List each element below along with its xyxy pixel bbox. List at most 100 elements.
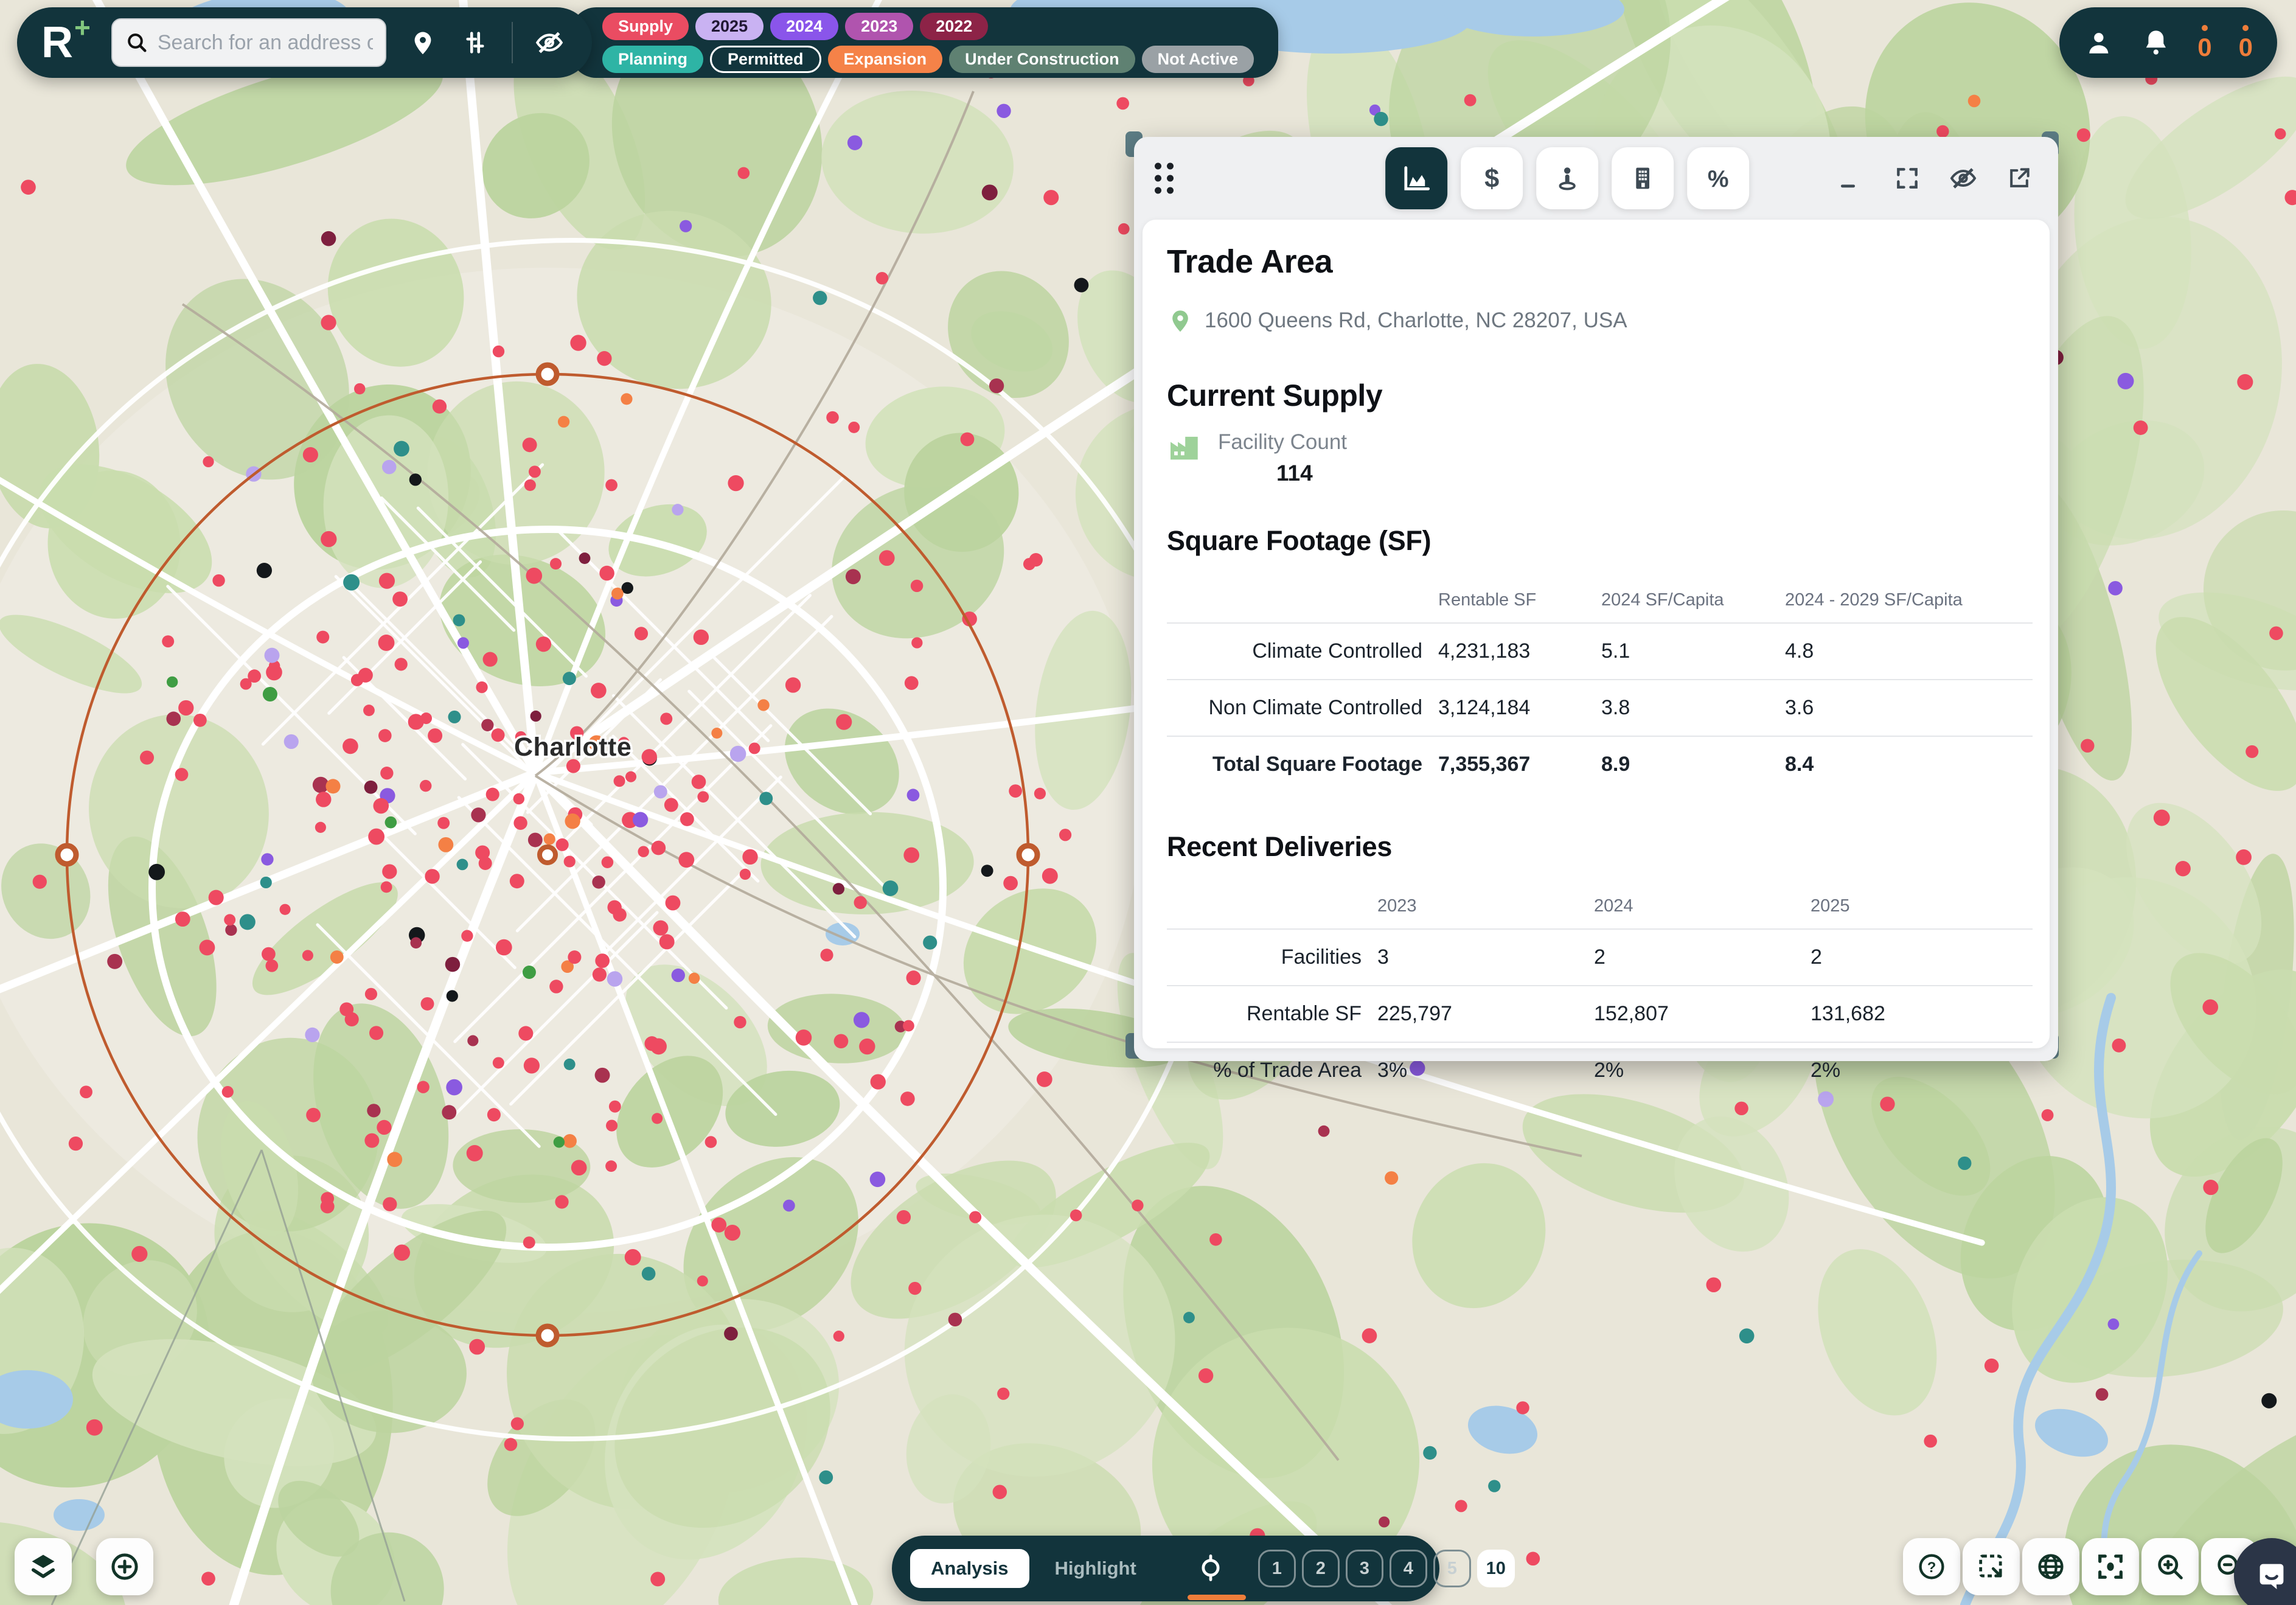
counter-value: 0 [2197, 35, 2211, 60]
row-value: 4.8 [1785, 639, 2033, 663]
notifications-bell-icon[interactable] [2141, 27, 2171, 58]
radius-tool-button[interactable] [1195, 1553, 1226, 1584]
map-pin-button[interactable] [407, 27, 439, 58]
svg-text:%: % [1707, 166, 1728, 192]
logo-plus: + [74, 13, 91, 41]
row-value: 3.8 [1601, 696, 1785, 720]
table-header-row: 202320242025 [1167, 883, 2033, 928]
radius-button-1[interactable]: 1 [1258, 1550, 1296, 1587]
radius-circle-icon [1195, 1553, 1226, 1584]
chip-not-active[interactable]: Not Active [1142, 46, 1254, 73]
chip-row-supply-years: Supply20252024 2023 2022 [602, 13, 1254, 40]
minimize-button[interactable] [1837, 164, 1866, 193]
chip-supply[interactable]: Supply [602, 13, 689, 40]
chip-2025[interactable]: 2025 [695, 13, 764, 40]
help-icon: ? [1916, 1551, 1947, 1582]
radius-mile-buttons: 1234510 [1258, 1550, 1515, 1587]
eye-off-icon [534, 27, 565, 58]
row-label: Rentable SF [1167, 1002, 1377, 1026]
counter-alerts[interactable]: 0 [2239, 25, 2253, 60]
eye-off-icon [1949, 163, 1978, 193]
table-header-row: Rentable SF2024 SF/Capita2024 - 2029 SF/… [1167, 577, 2033, 622]
profile-icon[interactable] [2084, 27, 2114, 58]
chip-2022[interactable]: 2022 [920, 13, 988, 40]
hide-panel-button[interactable] [1949, 164, 1978, 193]
filters-button[interactable] [459, 27, 491, 58]
app-root: Charlotte R + [0, 0, 2296, 1605]
nav-divider [512, 22, 513, 63]
radius-button-3[interactable]: 3 [1346, 1550, 1383, 1587]
panel-drag-handle[interactable] [1155, 163, 1174, 194]
city-label: Charlotte [514, 733, 631, 762]
active-tool-underline [1188, 1595, 1246, 1600]
minimize-icon [1838, 165, 1865, 192]
radius-button-2[interactable]: 2 [1302, 1550, 1340, 1587]
circle-center-handle[interactable] [540, 847, 555, 863]
current-supply-heading: Current Supply [1167, 378, 2033, 413]
circle-handle-e[interactable] [1019, 846, 1037, 864]
tab-occupancy[interactable]: % [1687, 147, 1749, 209]
tab-rates[interactable]: $ [1461, 147, 1523, 209]
analysis-toolbar: Analysis Highlight 1234510 [892, 1536, 1439, 1601]
mode-highlight-button[interactable]: Highlight [1055, 1558, 1136, 1579]
layers-button[interactable] [15, 1538, 72, 1595]
dollar-icon: $ [1476, 162, 1508, 194]
circle-handle-w[interactable] [58, 846, 76, 864]
tab-supply-chart[interactable] [1385, 147, 1447, 209]
search-icon [125, 30, 149, 55]
chip-2023[interactable]: 2023 [845, 13, 913, 40]
svg-text:$: $ [1484, 164, 1499, 193]
chat-bubble-icon [2253, 1557, 2291, 1595]
address-pin-icon [1167, 307, 1194, 334]
table-row: Non Climate Controlled3,124,1843.83.6 [1167, 679, 2033, 736]
row-value: 3,124,184 [1438, 696, 1601, 720]
brand-logo[interactable]: R + [41, 21, 91, 64]
chip-row-status: Planning Permitted ExpansionUnder Construc… [602, 46, 1254, 73]
row-value: 5.1 [1601, 639, 1785, 663]
row-value: 3 [1377, 945, 1594, 969]
row-label: % of Trade Area [1167, 1059, 1377, 1082]
table-row: Total Square Footage7,355,3678.98.4 [1167, 736, 2033, 792]
add-location-button[interactable] [96, 1538, 153, 1595]
filter-chipbar: Supply20252024 2023 2022 Planning Permitted… [571, 7, 1278, 78]
hide-layers-button[interactable] [534, 27, 565, 58]
chip-planning[interactable]: Planning [602, 46, 703, 73]
row-label: Climate Controlled [1167, 639, 1438, 663]
building-icon [1627, 162, 1658, 194]
counter-value: 0 [2239, 35, 2253, 60]
center-focus-icon [2095, 1551, 2126, 1582]
fullscreen-button[interactable] [1893, 164, 1922, 193]
search-input[interactable] [158, 31, 373, 55]
zoom-in-button[interactable] [2141, 1538, 2199, 1595]
row-value: 2% [1811, 1059, 2033, 1082]
tab-development[interactable] [1612, 147, 1674, 209]
circle-handle-s[interactable] [538, 1326, 557, 1345]
marquee-select-button[interactable] [1963, 1538, 2020, 1595]
radius-button-4[interactable]: 4 [1390, 1550, 1427, 1587]
tab-demographics[interactable] [1536, 147, 1598, 209]
radius-button-10[interactable]: 10 [1477, 1550, 1515, 1587]
chip-permitted[interactable]: Permitted [710, 46, 821, 73]
user-bar: 0 0 [2059, 7, 2277, 78]
circle-handle-n[interactable] [538, 365, 557, 383]
open-external-button[interactable] [2005, 164, 2034, 193]
counter-notifications[interactable]: 0 [2197, 25, 2211, 60]
panel-tab-strip: $ [1385, 147, 1749, 209]
chip-2024[interactable]: 2024 [770, 13, 838, 40]
radius-button-5[interactable]: 5 [1433, 1550, 1471, 1587]
marquee-select-icon [1975, 1551, 2007, 1582]
row-value: 7,355,367 [1438, 753, 1601, 776]
row-value: 152,807 [1594, 1002, 1811, 1026]
basemap-button[interactable] [2022, 1538, 2079, 1595]
chip-under-construction[interactable]: Under Construction [949, 46, 1135, 73]
chip-expansion[interactable]: Expansion [828, 46, 943, 73]
mode-analysis-button[interactable]: Analysis [910, 1549, 1029, 1588]
row-label: Total Square Footage [1167, 753, 1438, 776]
facility-count-block: Facility Count 114 [1218, 430, 1347, 486]
center-focus-button[interactable] [2082, 1538, 2139, 1595]
table-row: Climate Controlled4,231,1835.14.8 [1167, 622, 2033, 679]
search-box[interactable] [111, 18, 386, 67]
column-header: 2024 [1594, 896, 1811, 916]
help-button[interactable]: ? [1903, 1538, 1960, 1595]
svg-text:?: ? [1927, 1559, 1936, 1576]
